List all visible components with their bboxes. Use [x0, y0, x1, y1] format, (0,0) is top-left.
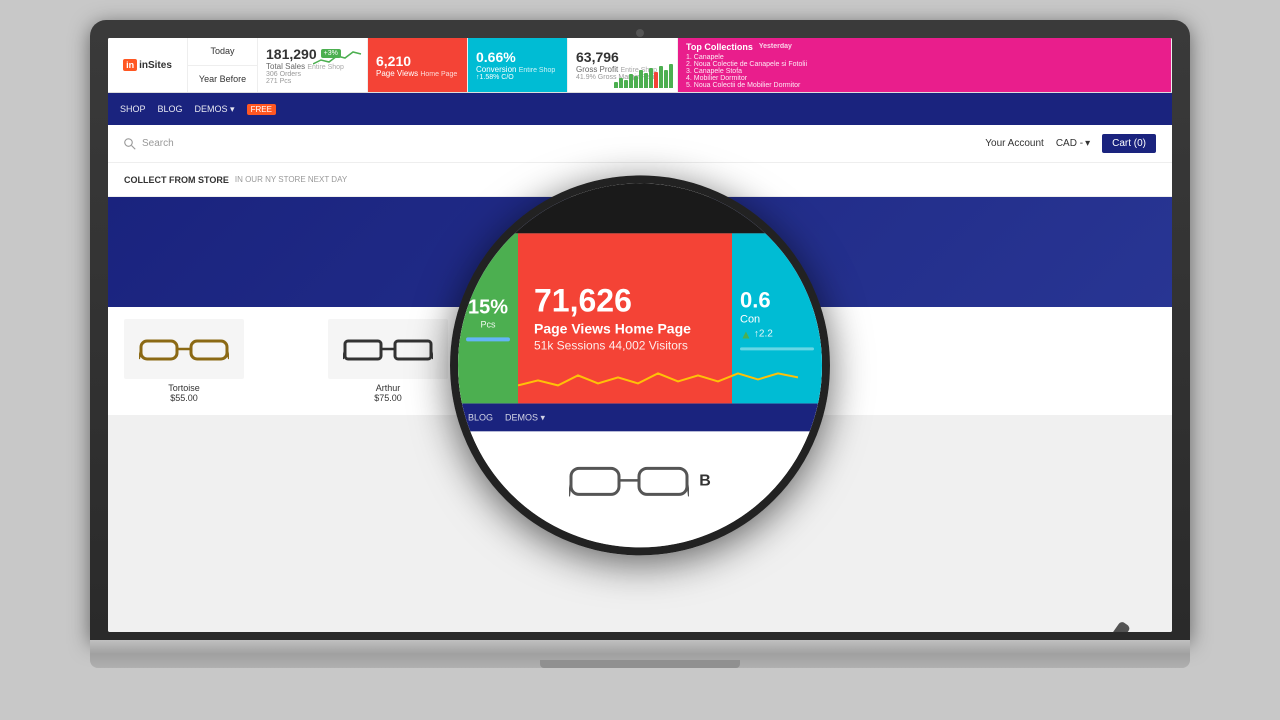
bar-5 [634, 76, 638, 88]
collection-item-1: 1. Canapele [686, 54, 1163, 61]
mag-nav-blog: BLOG [468, 412, 493, 422]
magnifier-overlay: 15% Pcs 71,626 Page Views Home P [450, 175, 830, 555]
mag-cyan-bar [740, 347, 814, 350]
bar-2 [619, 78, 623, 88]
bar-4 [629, 74, 633, 88]
year-before-button[interactable]: Year Before [188, 66, 257, 93]
mag-percent: 15% [468, 296, 508, 319]
search-icon [124, 138, 136, 150]
nav-shop[interactable]: SHOP [120, 104, 146, 114]
product-item-tortoise: Tortoise $55.00 [124, 319, 244, 403]
mag-pcs: Pcs [480, 319, 495, 329]
shop-header: Search Your Account CAD - ▾ Cart (0) [108, 125, 1172, 163]
cart-button[interactable]: Cart (0) [1102, 134, 1156, 153]
your-account-link[interactable]: Your Account [985, 138, 1044, 149]
sparkline-svg [313, 46, 363, 66]
logo-badge: in [123, 59, 137, 71]
free-badge: FREE [247, 104, 276, 115]
product-price-tortoise: $55.00 [170, 393, 198, 403]
mag-conversion-up: ▲ ↑2.2 [740, 327, 814, 341]
collection-item-5: 5. Noua Colectii de Mobilier Dormitor [686, 82, 1163, 89]
bar-9 [654, 72, 658, 88]
gross-profit-value: 63,796 [576, 49, 669, 65]
analytics-logo: in inSites [108, 38, 188, 92]
sales-orders: 306 Orders [266, 71, 359, 78]
chevron-down-icon: ▾ [1085, 138, 1090, 149]
product-item-arthur: Arthur $75.00 [328, 319, 448, 403]
today-button[interactable]: Today [188, 38, 257, 66]
mag-analytics-row: 15% Pcs 71,626 Page Views Home P [458, 233, 822, 403]
conversion-stat: 0.66% Conversion Entire Shop ↑1.58% C/O [468, 38, 568, 92]
logo-sub: in inSites [123, 59, 172, 71]
product-name-tortoise: Tortoise [168, 383, 200, 393]
product-price-arthur: $75.00 [374, 393, 402, 403]
product-image-arthur [328, 319, 448, 379]
magnifier-content: 15% Pcs 71,626 Page Views Home P [458, 183, 822, 547]
collections-header: Top Collections Yesterday [686, 42, 1163, 52]
mag-red-stat: 71,626 Page Views Home Page 51k Sessions [518, 233, 732, 403]
mag-glasses-svg [569, 456, 689, 506]
analytics-nav-buttons: Today Year Before [188, 38, 258, 92]
page-views-label: Page Views Home Page [376, 69, 459, 78]
bar-10 [659, 66, 663, 88]
mag-page-views-label: Page Views Home Page [534, 320, 716, 336]
nav-blog[interactable]: BLOG [158, 104, 183, 114]
bar-1 [614, 82, 618, 88]
screen: in inSites Today Year Before 181,290 +3% [108, 38, 1172, 632]
page-views-value: 6,210 [376, 53, 459, 69]
gross-profit-stat: 63,796 Gross Profit Entire Shop 41.9% Gr… [568, 38, 678, 92]
bar-3 [624, 80, 628, 88]
nav-demos[interactable]: DEMOS ▾ [195, 104, 235, 115]
collect-sub-label: IN OUR NY STORE NEXT DAY [235, 175, 347, 184]
page-views-stat: 6,210 Page Views Home Page [368, 38, 468, 92]
product-image-tortoise [124, 319, 244, 379]
mag-nav-demos: DEMOS ▾ [505, 412, 545, 423]
bar-12 [669, 64, 673, 88]
bar-11 [664, 70, 668, 88]
logo-text: inSites [139, 60, 172, 71]
collection-item-3: 3. Canapele Stofa [686, 68, 1163, 75]
cad-dropdown[interactable]: CAD - ▾ [1056, 138, 1090, 149]
mag-sessions: 51k Sessions 44,002 Visitors [534, 338, 716, 352]
bar-6 [639, 70, 643, 88]
mag-dark-top [458, 183, 822, 233]
collect-from-store-label: COLLECT FROM STORE [124, 175, 229, 185]
glasses-svg-arthur [343, 329, 433, 369]
screen-content: in inSites Today Year Before 181,290 +3% [108, 38, 1172, 632]
collection-item-2: 2. Noua Colectie de Canapele si Fotolii [686, 61, 1163, 68]
mag-blue-bar [466, 337, 510, 341]
mag-bottom-letter: B [699, 472, 711, 490]
conversion-label: Conversion Entire Shop [476, 65, 559, 74]
mag-green-stat: 15% Pcs [458, 233, 518, 403]
mag-cyan-number: 0.6 [740, 287, 814, 313]
bar-7 [644, 73, 648, 88]
total-sales-stat: 181,290 +3% Total Sales Entire Shop 306 … [258, 38, 368, 92]
screen-bezel: in inSites Today Year Before 181,290 +3% [90, 20, 1190, 640]
search-label: Search [142, 138, 174, 149]
sales-items: 271 Pcs [266, 78, 359, 85]
bar-8 [649, 68, 653, 88]
bar-chart [614, 68, 673, 88]
mag-conversion-label: Con [740, 313, 814, 325]
product-name-arthur: Arthur [376, 383, 401, 393]
laptop-base [90, 640, 1190, 668]
magnifier-handle [1075, 621, 1131, 632]
conversion-sub: ↑1.58% C/O [476, 74, 559, 81]
collection-item-4: 4. Mobilier Dormitor [686, 75, 1163, 82]
mag-big-number: 71,626 [534, 284, 716, 316]
glasses-svg-tortoise [139, 329, 229, 369]
laptop-container: in inSites Today Year Before 181,290 +3% [90, 20, 1190, 700]
mag-wave-svg [518, 365, 798, 395]
top-collections-stat: Top Collections Yesterday 1. Canapele 2.… [678, 38, 1172, 92]
collections-list: 1. Canapele 2. Noua Colectie de Canapele… [686, 54, 1163, 89]
mag-nav: BLOG DEMOS ▾ [458, 403, 822, 431]
search-area[interactable]: Search [124, 138, 174, 150]
analytics-bar: in inSites Today Year Before 181,290 +3% [108, 38, 1172, 93]
camera-dot [636, 29, 644, 37]
nav-bar: SHOP BLOG DEMOS ▾ FREE [108, 93, 1172, 125]
header-right: Your Account CAD - ▾ Cart (0) [985, 134, 1156, 153]
mag-bottom-area: B [458, 431, 822, 531]
conversion-value: 0.66% [476, 49, 559, 65]
total-sales-value: 181,290 [266, 46, 317, 62]
